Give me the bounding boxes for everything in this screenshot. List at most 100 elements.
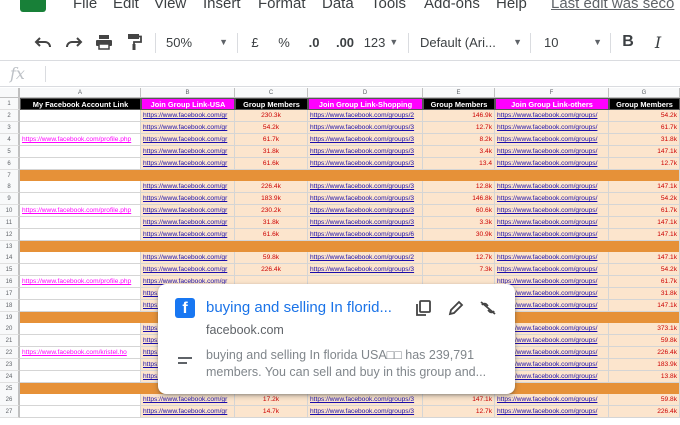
group-link-cell[interactable]: https://www.facebook.com/groups/3 (308, 193, 423, 205)
undo-button[interactable] (32, 29, 54, 55)
row-number[interactable]: 9 (0, 193, 20, 205)
print-button[interactable] (93, 29, 115, 55)
sheets-logo-icon[interactable] (20, 0, 46, 12)
last-edit-link[interactable]: Last edit was seco (551, 0, 674, 12)
group-link-cell[interactable]: https://www.facebook.com/gr (141, 122, 235, 134)
member-count-cell[interactable]: 54.2k (609, 110, 680, 122)
italic-button[interactable]: I (648, 29, 668, 55)
group-link-cell[interactable]: https://www.facebook.com/groups/ (495, 217, 609, 229)
increase-decimals-button[interactable]: .00 (332, 29, 358, 55)
member-count-cell[interactable]: 7.3k (423, 264, 495, 276)
group-link-cell[interactable]: https://www.facebook.com/gr (141, 217, 235, 229)
menu-file[interactable]: File (73, 0, 97, 12)
group-link-cell[interactable]: https://www.facebook.com/groups/3 (308, 122, 423, 134)
group-link-cell[interactable]: https://www.facebook.com/gr (141, 146, 235, 158)
profile-link-cell[interactable] (20, 217, 141, 229)
popup-title-link[interactable]: buying and selling In florid... (206, 299, 392, 316)
group-link-cell[interactable]: https://www.facebook.com/groups/ (495, 134, 609, 146)
menu-help[interactable]: Help (496, 0, 527, 12)
menu-view[interactable]: View (154, 0, 186, 12)
member-count-cell[interactable]: 183.9k (235, 193, 308, 205)
profile-link-cell[interactable] (20, 335, 141, 347)
group-link-cell[interactable]: https://www.facebook.com/groups/ (495, 406, 609, 418)
header-cell[interactable]: Join Group Link-USA (141, 98, 235, 110)
group-link-cell[interactable]: https://www.facebook.com/groups/3 (308, 394, 423, 406)
row-number[interactable]: 12 (0, 229, 20, 241)
member-count-cell[interactable]: 59.8k (609, 394, 680, 406)
member-count-cell[interactable]: 54.2k (609, 193, 680, 205)
row-number[interactable]: 4 (0, 134, 20, 146)
member-count-cell[interactable]: 14.7k (235, 406, 308, 418)
group-link-cell[interactable]: https://www.facebook.com/groups/3 (308, 134, 423, 146)
row-number[interactable]: 27 (0, 406, 20, 418)
menu-addons[interactable]: Add-ons (424, 0, 480, 12)
member-count-cell[interactable]: 61.7k (235, 134, 308, 146)
percent-button[interactable]: % (274, 29, 294, 55)
copy-link-button[interactable] (412, 297, 434, 319)
member-count-cell[interactable]: 61.6k (235, 229, 308, 241)
row-number[interactable]: 20 (0, 323, 20, 335)
header-cell[interactable]: My Facebook Account Link (20, 98, 141, 110)
group-link-cell[interactable]: https://www.facebook.com/groups/ (495, 264, 609, 276)
member-count-cell[interactable]: 226.4k (609, 406, 680, 418)
font-size-select[interactable]: 10 ▼ (544, 29, 602, 55)
member-count-cell[interactable]: 13.8k (609, 371, 680, 383)
member-count-cell[interactable]: 12.8k (423, 181, 495, 193)
column-header[interactable]: D (308, 88, 423, 98)
header-cell[interactable]: Join Group Link-Shopping (308, 98, 423, 110)
header-cell[interactable]: Group Members (235, 98, 308, 110)
profile-link-cell[interactable] (20, 264, 141, 276)
member-count-cell[interactable]: 30.9k (423, 229, 495, 241)
edit-link-button[interactable] (445, 297, 467, 319)
member-count-cell[interactable]: 13.4 (423, 158, 495, 170)
remove-link-button[interactable] (477, 297, 499, 319)
member-count-cell[interactable]: 373.1k (609, 323, 680, 335)
profile-link-cell[interactable] (20, 122, 141, 134)
profile-link-cell[interactable] (20, 300, 141, 312)
profile-link-cell[interactable] (20, 181, 141, 193)
group-link-cell[interactable]: https://www.facebook.com/gr (141, 158, 235, 170)
redo-button[interactable] (63, 29, 85, 55)
profile-link-cell[interactable] (20, 252, 141, 264)
menu-edit[interactable]: Edit (113, 0, 139, 12)
menu-insert[interactable]: Insert (203, 0, 241, 12)
profile-link-cell[interactable] (20, 323, 141, 335)
more-formats-button[interactable]: 123 ▼ (362, 29, 400, 55)
profile-link-cell[interactable]: https://www.facebook.com/profile.php (20, 134, 141, 146)
group-link-cell[interactable]: https://www.facebook.com/gr (141, 252, 235, 264)
profile-link-cell[interactable] (20, 229, 141, 241)
group-link-cell[interactable]: https://www.facebook.com/groups/3 (308, 205, 423, 217)
member-count-cell[interactable]: 31.8k (609, 134, 680, 146)
group-link-cell[interactable]: https://www.facebook.com/groups/ (495, 252, 609, 264)
profile-link-cell[interactable] (20, 158, 141, 170)
row-number[interactable]: 1 (0, 98, 20, 110)
row-number[interactable]: 17 (0, 288, 20, 300)
member-count-cell[interactable]: 226.4k (235, 264, 308, 276)
group-link-cell[interactable]: https://www.facebook.com/gr (141, 134, 235, 146)
row-number[interactable]: 24 (0, 371, 20, 383)
member-count-cell[interactable]: 147.1k (609, 229, 680, 241)
group-link-cell[interactable]: https://www.facebook.com/groups/ (495, 193, 609, 205)
profile-link-cell[interactable] (20, 110, 141, 122)
header-cell[interactable]: Group Members (423, 98, 495, 110)
header-cell[interactable]: Join Group Link-others (495, 98, 609, 110)
member-count-cell[interactable]: 59.8k (235, 252, 308, 264)
member-count-cell[interactable]: 12.7k (423, 122, 495, 134)
group-link-cell[interactable]: https://www.facebook.com/groups/ (495, 229, 609, 241)
profile-link-cell[interactable]: https://www.facebook.com/profile.php (20, 276, 141, 288)
group-link-cell[interactable]: https://www.facebook.com/groups/ (495, 394, 609, 406)
profile-link-cell[interactable] (20, 371, 141, 383)
group-link-cell[interactable]: https://www.facebook.com/groups/3 (308, 406, 423, 418)
member-count-cell[interactable]: 61.6k (235, 158, 308, 170)
group-link-cell[interactable]: https://www.facebook.com/gr (141, 205, 235, 217)
menu-format[interactable]: Format (258, 0, 306, 12)
member-count-cell[interactable]: 183.9k (609, 359, 680, 371)
column-header[interactable]: B (141, 88, 235, 98)
member-count-cell[interactable]: 146.8k (423, 193, 495, 205)
group-link-cell[interactable]: https://www.facebook.com/groups/2 (308, 252, 423, 264)
group-link-cell[interactable]: https://www.facebook.com/gr (141, 264, 235, 276)
profile-link-cell[interactable] (20, 288, 141, 300)
row-number[interactable]: 8 (0, 181, 20, 193)
group-link-cell[interactable]: https://www.facebook.com/groups/6 (308, 229, 423, 241)
member-count-cell[interactable]: 31.8k (235, 146, 308, 158)
